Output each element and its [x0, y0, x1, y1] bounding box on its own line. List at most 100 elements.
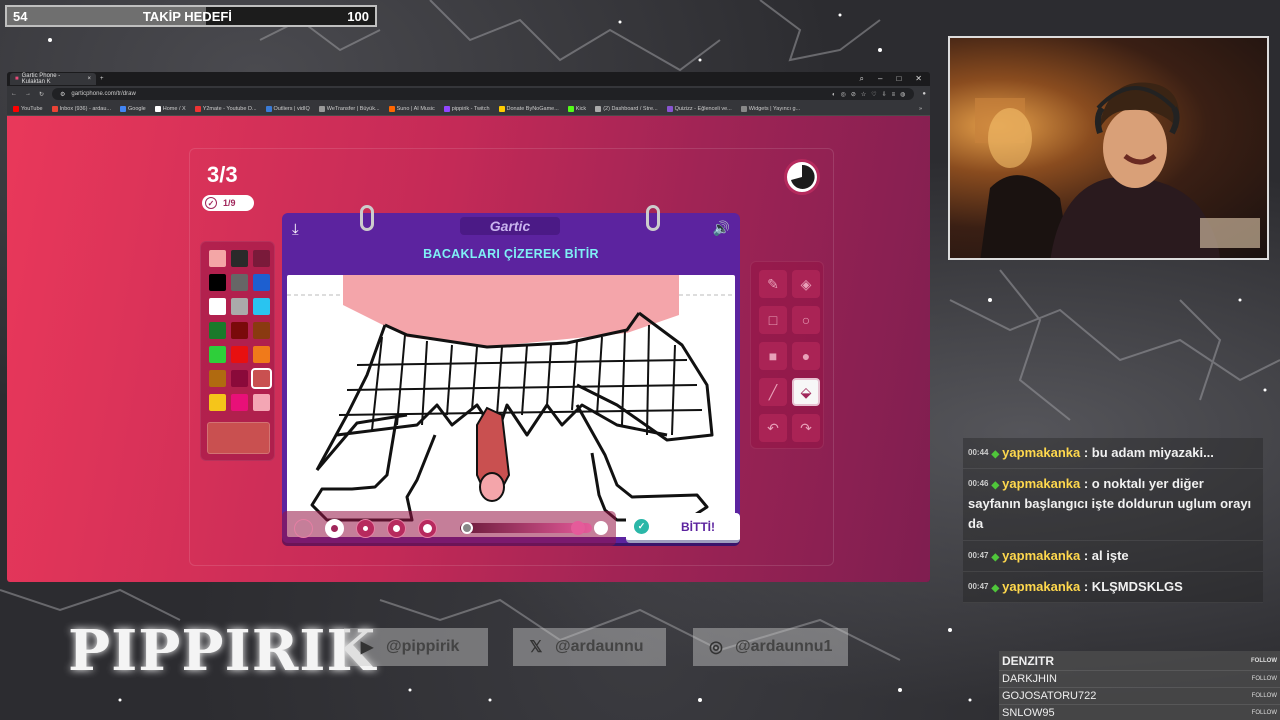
color-swatch[interactable] — [209, 250, 226, 267]
color-swatch[interactable] — [253, 298, 270, 315]
color-swatch[interactable] — [231, 250, 248, 267]
chat-panel: 00:44 ◆ yapmakanka : bu adam miyazaki... 0… — [963, 438, 1263, 603]
opacity-max-icon — [594, 521, 608, 535]
bookmark-item[interactable]: Y2mate - Youtube D... — [194, 105, 257, 112]
brush-size-2[interactable] — [325, 519, 344, 538]
youtube-icon: ▶ — [360, 639, 374, 656]
opacity-thumb[interactable] — [571, 521, 585, 535]
brush-size-5[interactable] — [418, 519, 437, 538]
done-counter: ✓ 1/9 — [202, 195, 254, 211]
chat-username: yapmakanka — [1002, 547, 1081, 563]
chat-text: : KLŞMDSKLGS — [1083, 578, 1183, 594]
square-fill-icon[interactable]: ■ — [759, 342, 787, 370]
color-swatch[interactable] — [253, 346, 270, 363]
undo-icon[interactable]: ↶ — [759, 414, 787, 442]
chat-text: : al işte — [1083, 547, 1129, 563]
minimize-icon[interactable]: – — [878, 74, 882, 84]
close-window-icon[interactable]: ✕ — [915, 74, 922, 84]
badge-icon: ◆ — [991, 582, 1000, 594]
bookmarks-more-icon[interactable]: » — [919, 106, 930, 112]
volume-icon[interactable]: 🔊 — [713, 220, 730, 237]
tab-close-icon[interactable]: × — [87, 76, 91, 82]
current-color — [207, 422, 270, 454]
bookmark-item[interactable]: Suno | AI Music — [388, 105, 435, 112]
color-swatch[interactable] — [231, 322, 248, 339]
color-swatch[interactable] — [209, 346, 226, 363]
color-swatch[interactable] — [209, 274, 226, 291]
color-swatch[interactable] — [209, 322, 226, 339]
brush-size-1[interactable] — [294, 519, 313, 538]
brush-size-4[interactable] — [387, 519, 406, 538]
color-swatch[interactable] — [209, 394, 226, 411]
color-swatch[interactable] — [253, 250, 270, 267]
color-swatch[interactable] — [231, 298, 248, 315]
chat-message: 00:47 ◆ yapmakanka : KLŞMDSKLGS — [963, 571, 1263, 603]
bookmarks-bar: YouTube Inbox (936) - ardau... Google Ho… — [7, 102, 930, 116]
color-swatch[interactable] — [253, 394, 270, 411]
channel-brand: PIPPIRIK — [68, 618, 377, 684]
done-button-label: BİTTİ! — [681, 519, 715, 534]
color-swatch[interactable] — [253, 322, 270, 339]
bookmark-item[interactable]: YouTube — [13, 105, 43, 112]
bookmark-item[interactable]: Quizizz - Eğlenceli ve... — [666, 105, 732, 112]
board-header: ⤓ Gartic 🔊 BACAKLARI ÇİZEREK BİTİR — [282, 205, 740, 270]
square-outline-icon[interactable]: □ — [759, 306, 787, 334]
bookmark-item[interactable]: Kick — [567, 105, 586, 112]
streamer-image — [975, 82, 1260, 258]
browser-tab[interactable]: ■ Gartic Phone - Kulaktan K × — [10, 73, 96, 85]
new-tab-icon[interactable]: + — [100, 76, 104, 82]
done-button[interactable]: ✓ BİTTİ! — [626, 513, 740, 543]
drawing-canvas[interactable] — [287, 275, 735, 537]
circle-outline-icon[interactable]: ○ — [792, 306, 820, 334]
back-icon[interactable]: ← — [11, 91, 17, 97]
bookmark-item[interactable]: Inbox (936) - ardau... — [51, 105, 111, 112]
reload-icon[interactable]: ↻ — [39, 91, 44, 98]
color-swatch[interactable] — [231, 370, 248, 387]
color-swatch[interactable] — [231, 346, 248, 363]
check-icon: ✓ — [205, 197, 217, 209]
brush-size-3[interactable] — [356, 519, 375, 538]
color-swatch[interactable] — [209, 298, 226, 315]
download-icon[interactable]: ⤓ — [292, 221, 299, 238]
url-text: garticphone.com/tr/draw — [71, 91, 136, 97]
chat-message: 00:44 ◆ yapmakanka : bu adam miyazaki... — [963, 438, 1263, 470]
badge-icon: ◆ — [991, 551, 1000, 563]
chat-username: yapmakanka — [1002, 476, 1081, 492]
gartic-page: 3/3 ✓ 1/9 ⤓ Gartic 🔊 BACAKLARI ÇİZEREK B… — [7, 116, 930, 582]
bookmark-item[interactable]: Outliers | vidIQ — [265, 105, 310, 112]
chat-message: 00:47 ◆ yapmakanka : al işte — [963, 540, 1263, 572]
color-swatch[interactable] — [209, 370, 226, 387]
site-info-icon[interactable]: ⚙ — [60, 91, 65, 98]
line-icon[interactable]: ╱ — [759, 378, 787, 406]
profile-icon[interactable]: ● — [922, 91, 926, 97]
url-bar[interactable]: ⚙ garticphone.com/tr/draw ◐◎⊘☆♡⇩≡◍ — [52, 88, 915, 100]
maximize-icon[interactable]: □ — [896, 74, 901, 84]
tab-title: Gartic Phone - Kulaktan K — [21, 73, 61, 85]
webcam-feed — [948, 36, 1269, 260]
color-palette — [200, 241, 275, 461]
color-swatch[interactable] — [231, 274, 248, 291]
bookmark-item[interactable]: (2) Dashboard / Stre... — [595, 105, 658, 112]
bookmark-item[interactable]: Google — [120, 105, 146, 112]
pencil-icon[interactable]: ✎ — [759, 270, 787, 298]
bookmark-item[interactable]: pippirik - Twitch — [443, 105, 490, 112]
bookmark-item[interactable]: Home / X — [154, 105, 186, 112]
redo-icon[interactable]: ↷ — [792, 414, 820, 442]
search-tabs-icon[interactable]: ⌕ — [860, 74, 864, 84]
eraser-icon[interactable]: ◈ — [792, 270, 820, 298]
circle-fill-icon[interactable]: ● — [792, 342, 820, 370]
color-swatch[interactable] — [251, 368, 272, 389]
bucket-icon[interactable]: ⬙ — [792, 378, 820, 406]
bookmark-item[interactable]: Widgets | Yayıncı g... — [740, 105, 800, 112]
social-x: 𝕏 @ardaunnu — [513, 628, 666, 666]
color-swatch[interactable] — [253, 274, 270, 291]
follower-row: DARKJHIN FOLLOW — [999, 671, 1280, 688]
task-instruction: BACAKLARI ÇİZEREK BİTİR — [423, 247, 599, 261]
forward-icon[interactable]: → — [25, 91, 31, 97]
extension-icons[interactable]: ◐◎⊘☆♡⇩≡◍ — [832, 91, 914, 98]
browser-tabbar: ■ Gartic Phone - Kulaktan K × + ⌕ – □ ✕ — [7, 72, 930, 86]
color-swatch[interactable] — [231, 394, 248, 411]
bookmark-item[interactable]: Donate ByNoGame... — [498, 105, 559, 112]
ring-left-decoration — [360, 205, 374, 231]
bookmark-item[interactable]: WeTransfer | Büyük... — [318, 105, 380, 112]
